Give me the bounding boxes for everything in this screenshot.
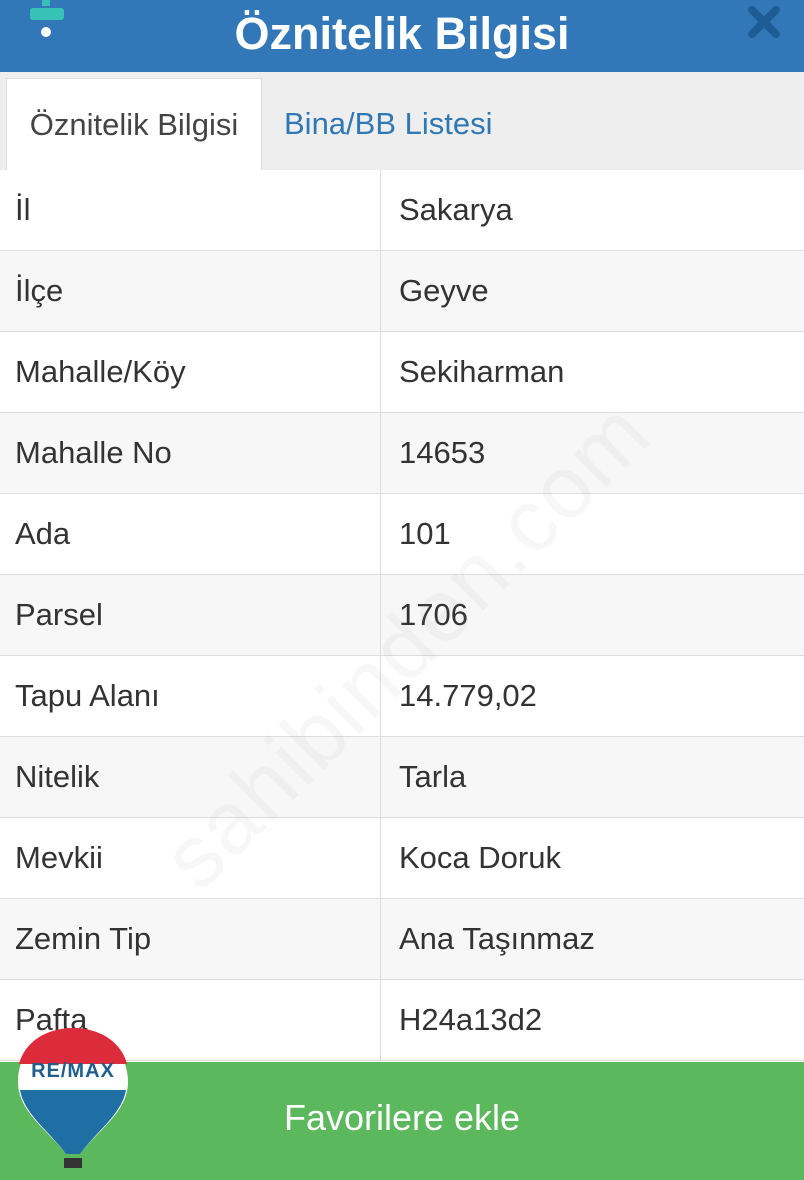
column-divider [380,170,381,1062]
row-key: Ada [15,516,71,551]
attribute-table: İl Sakarya İlçe Geyve Mahalle/Köy Sekiha… [0,170,804,1062]
table-row: Nitelik Tarla [0,737,804,818]
row-value: 101 [399,516,451,551]
logo-text: RE/MAX [31,1060,115,1082]
row-value: Sekiharman [399,354,565,389]
page-title: Öznitelik Bilgisi [234,8,570,59]
table-row: Ada 101 [0,494,804,575]
table-row: Zemin Tip Ana Taşınmaz [0,899,804,980]
close-icon[interactable] [744,2,784,42]
table-row: İlçe Geyve [0,251,804,332]
balloon-icon [18,1028,128,1168]
remax-logo: RE/MAX [14,1024,132,1172]
row-value: Ana Taşınmaz [399,921,595,956]
row-value: Geyve [399,273,489,308]
row-key: İl [15,192,31,227]
header-bar: Öznitelik Bilgisi [0,0,804,72]
row-key: Mevkii [15,840,103,875]
row-key: Mahalle/Köy [15,354,186,389]
table-row: Tapu Alanı 14.779,02 [0,656,804,737]
row-value: 14.779,02 [399,678,537,713]
table-row: Mahalle No 14653 [0,413,804,494]
row-value: Tarla [399,759,467,794]
row-value: Koca Doruk [399,840,561,875]
row-value: H24a13d2 [399,1002,543,1037]
tab-bina-bb-listesi[interactable]: Bina/BB Listesi [284,78,493,170]
table-row: İl Sakarya [0,170,804,251]
row-key: İlçe [15,273,64,308]
table-row: Mevkii Koca Doruk [0,818,804,899]
row-value: 14653 [399,435,486,470]
row-key: Zemin Tip [15,921,152,956]
row-key: Nitelik [15,759,100,794]
tab-oznitelik-bilgisi[interactable]: Öznitelik Bilgisi [6,78,262,170]
table-row: Mahalle/Köy Sekiharman [0,332,804,413]
row-value: Sakarya [399,192,513,227]
tab-bar: Öznitelik Bilgisi Bina/BB Listesi [0,72,804,172]
table-row: Parsel 1706 [0,575,804,656]
row-key: Mahalle No [15,435,172,470]
row-key: Tapu Alanı [15,678,160,713]
row-value: 1706 [399,597,468,632]
row-key: Parsel [15,597,103,632]
